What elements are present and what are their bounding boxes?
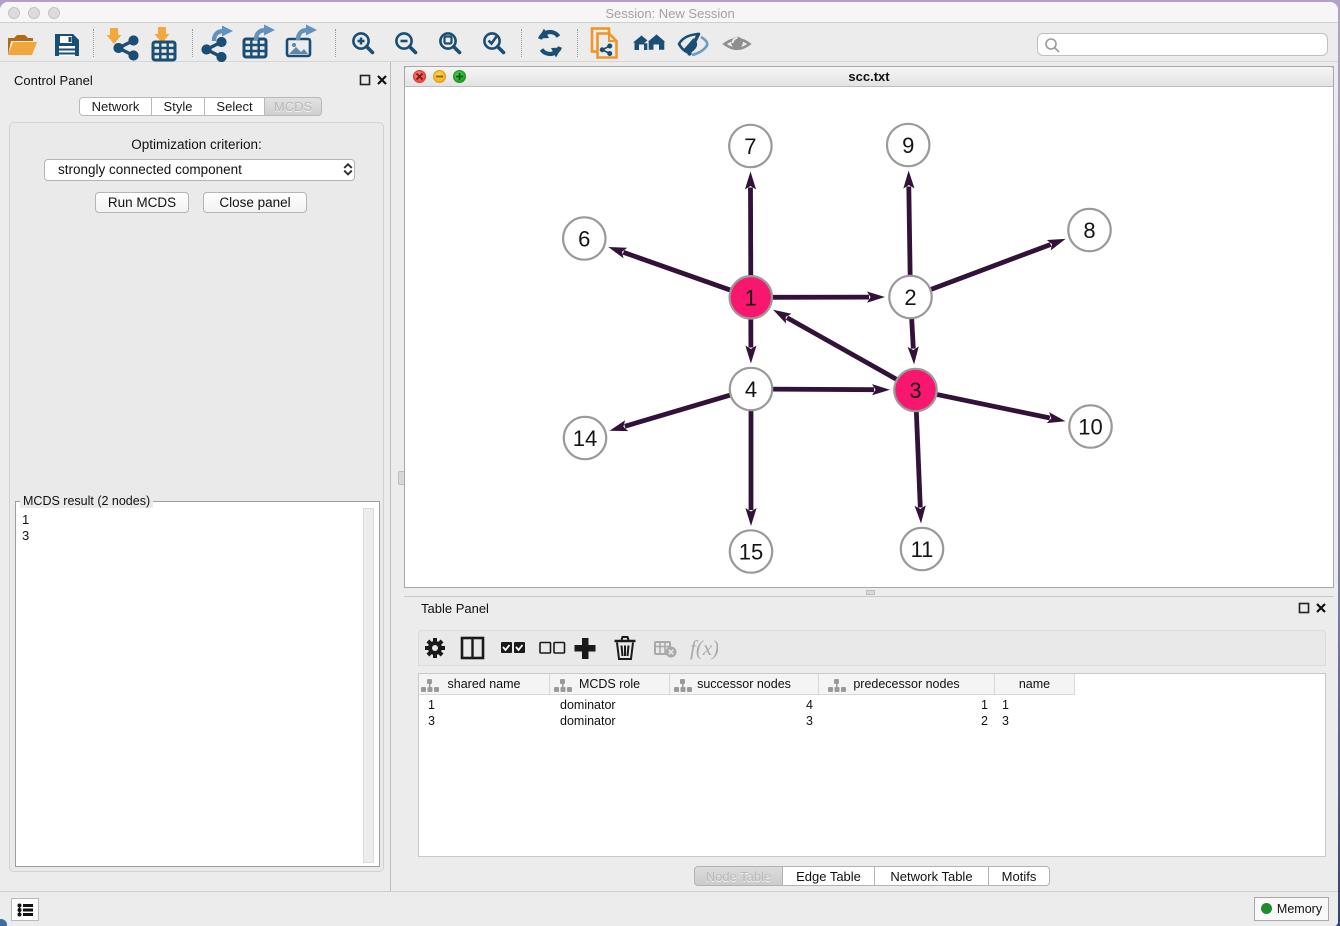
svg-text:6: 6 bbox=[578, 227, 590, 252]
svg-text:2: 2 bbox=[904, 285, 916, 310]
svg-text:10: 10 bbox=[1078, 415, 1102, 440]
svg-text:11: 11 bbox=[911, 537, 934, 562]
svg-text:8: 8 bbox=[1083, 218, 1095, 243]
svg-text:7: 7 bbox=[744, 134, 756, 159]
svg-text:15: 15 bbox=[739, 540, 763, 565]
svg-text:14: 14 bbox=[573, 426, 597, 451]
svg-text:f(x): f(x) bbox=[690, 636, 718, 660]
svg-text:9: 9 bbox=[902, 133, 914, 158]
svg-text:3: 3 bbox=[909, 378, 921, 403]
svg-text:4: 4 bbox=[745, 377, 757, 402]
svg-text:1: 1 bbox=[745, 285, 757, 310]
